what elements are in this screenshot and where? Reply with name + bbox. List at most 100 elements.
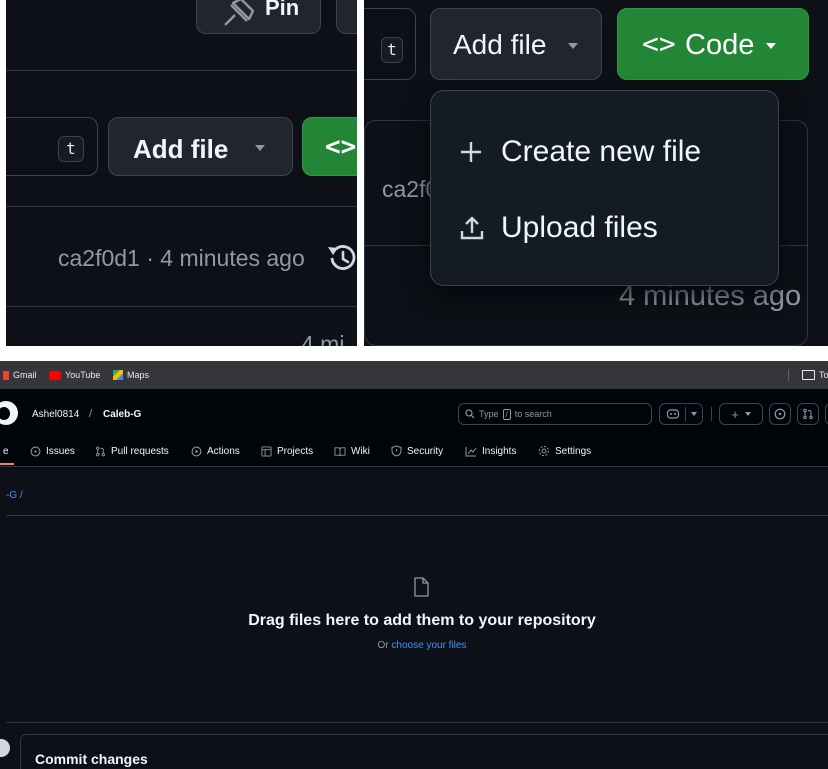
tab-projects[interactable]: Projects (261, 442, 313, 460)
copilot-icon (666, 409, 679, 419)
user-avatar (0, 739, 10, 757)
plus-icon (459, 140, 487, 164)
search-prefix: Type (479, 409, 499, 419)
create-new-file-label: Create new file (501, 135, 702, 168)
add-file-dropdown-menu: Create new file Upload files (430, 90, 779, 286)
gmail-icon (3, 370, 9, 380)
tab-pull-requests[interactable]: Pull requests (95, 442, 169, 460)
bookmark-maps[interactable]: Maps (113, 361, 149, 389)
tab-actions-label: Actions (207, 445, 240, 457)
upload-files-page-panel: Gmail YouTube Maps To Ashel0814 / Caleb-… (0, 361, 828, 769)
latest-commit-info: ca2f0d1 · 4 minutes ago (58, 245, 305, 271)
tab-security[interactable]: Security (391, 442, 443, 460)
tab-code-label: e (3, 445, 9, 457)
book-icon (334, 446, 346, 456)
add-file-label: Add file (453, 29, 547, 60)
pin-label: Pin (265, 0, 300, 20)
tab-code-underline (0, 463, 14, 465)
youtube-icon (49, 370, 61, 380)
tab-wiki[interactable]: Wiki (334, 442, 370, 460)
graph-icon (465, 446, 477, 456)
pin-icon (221, 0, 255, 27)
search-icon (465, 409, 475, 419)
breadcrumb-separator: / (89, 408, 93, 420)
issues-button[interactable] (769, 403, 791, 425)
git-pull-request-icon (803, 408, 813, 420)
tab-security-label: Security (407, 445, 444, 457)
repo-toolbar-zoom-panel: Pin t Add file <> ca2f0d1 · 4 minutes ag… (6, 0, 357, 346)
divider (6, 722, 828, 723)
drop-zone-subtitle: Or choose your files (0, 640, 828, 651)
code-button[interactable]: <> Code (617, 8, 809, 80)
folder-icon (802, 370, 815, 380)
github-header: Ashel0814 / Caleb-G Type / to search + e (0, 389, 828, 467)
bookmark-gmail[interactable]: Gmail (3, 361, 37, 389)
watch-button-edge[interactable] (336, 0, 357, 34)
tab-wiki-label: Wiki (351, 445, 370, 457)
pull-requests-button[interactable] (797, 403, 819, 425)
header-divider (711, 407, 712, 421)
t-shortcut-key: t (381, 37, 403, 63)
create-new-button[interactable]: + (719, 403, 763, 425)
code-label: Code (685, 29, 755, 61)
bookmark-maps-label: Maps (127, 370, 150, 380)
copilot-button[interactable] (659, 403, 703, 425)
tab-projects-label: Projects (277, 445, 314, 457)
issue-opened-icon (30, 446, 41, 456)
drop-zone-title: Drag files here to add them to your repo… (248, 612, 596, 629)
history-icon (326, 243, 357, 273)
time-fragment: 4 mi (301, 331, 345, 346)
choose-files-link[interactable]: choose your files (391, 640, 466, 651)
plus-icon: + (731, 406, 739, 422)
file-icon (413, 577, 429, 597)
search-shortcut-key: / (502, 408, 511, 420)
upload-icon (459, 215, 487, 241)
chevron-down-icon (744, 412, 751, 416)
bookmark-gmail-label: Gmail (13, 370, 37, 380)
divider (6, 306, 357, 307)
divider (6, 70, 357, 71)
upload-files-label: Upload files (501, 211, 658, 244)
file-list-box (6, 206, 357, 346)
bookmark-youtube[interactable]: YouTube (49, 361, 100, 389)
play-icon (191, 446, 202, 456)
github-logo-icon[interactable] (0, 401, 18, 425)
tab-code[interactable]: e (3, 442, 9, 460)
pin-button[interactable]: Pin (196, 0, 321, 34)
issue-opened-icon (774, 408, 786, 420)
code-button[interactable]: <> (302, 117, 357, 176)
go-to-file-input-edge[interactable]: t (6, 117, 98, 176)
go-to-file-input-edge[interactable]: t (364, 8, 416, 80)
repo-owner-link[interactable]: Ashel0814 (32, 409, 79, 420)
breadcrumb[interactable]: -G / (6, 490, 23, 501)
tab-actions[interactable]: Actions (191, 442, 240, 460)
tab-insights[interactable]: Insights (465, 442, 516, 460)
bookmark-folder[interactable]: To (802, 361, 828, 389)
or-text: Or (377, 640, 389, 651)
add-file-button[interactable]: Add file (108, 117, 293, 176)
shield-icon (391, 445, 402, 457)
bookmark-folder-label: To (819, 370, 828, 380)
table-icon (261, 445, 272, 457)
chevron-down-icon (568, 43, 578, 49)
tab-settings[interactable]: Settings (538, 442, 591, 460)
tab-insights-label: Insights (482, 445, 517, 457)
tab-pull-requests-label: Pull requests (111, 445, 169, 457)
create-new-file-menu-item[interactable]: Create new file (459, 135, 701, 169)
search-input[interactable]: Type / to search (458, 403, 652, 425)
tab-issues[interactable]: Issues (30, 442, 75, 460)
add-file-button[interactable]: Add file (430, 8, 602, 80)
git-pull-request-icon (96, 446, 105, 456)
bookmark-youtube-label: YouTube (65, 370, 101, 380)
bookmarks-divider (788, 369, 789, 381)
search-suffix: to search (514, 409, 552, 419)
maps-icon (113, 370, 123, 380)
upload-files-menu-item[interactable]: Upload files (459, 211, 658, 245)
t-shortcut-key: t (58, 136, 84, 162)
add-file-dropdown-zoom-panel: t Add file <> Code ca2f0 4 minutes ago C… (364, 0, 828, 346)
commit-changes-title: Commit changes (35, 751, 148, 767)
repo-name-link[interactable]: Caleb-G (103, 409, 141, 420)
chevron-down-icon (255, 145, 265, 151)
tab-issues-label: Issues (46, 445, 75, 457)
code-icon: <> (642, 27, 676, 60)
